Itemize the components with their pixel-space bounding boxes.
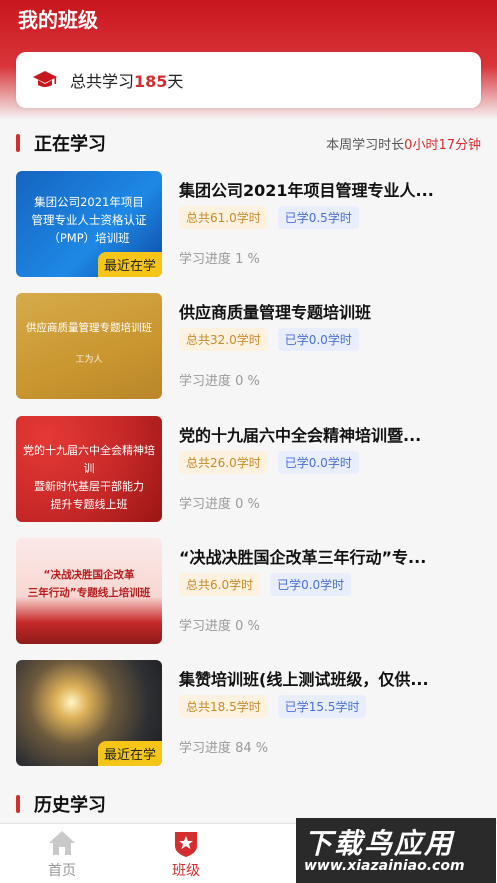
study-summary-card: 总共学习185天: [16, 52, 481, 108]
watermark-url-text: www.xiazainiao.com: [304, 858, 465, 874]
course-card[interactable]: “决战决胜国企改革 三年行动”专题线上培训班 “决战决胜国企改革三年行动”专..…: [16, 538, 481, 646]
course-title: 集团公司2021年项目管理专业人...: [179, 181, 434, 200]
graduation-cap-icon: [33, 71, 57, 87]
course-progress: 学习进度 84 %: [179, 741, 269, 756]
course-card[interactable]: 最近在学 集赞培训班(线上测试班级，仅供... 总共18.5学时 已学15.5学…: [16, 660, 481, 768]
course-title: 集赞培训班(线上测试班级，仅供...: [179, 670, 429, 689]
current-learning-title: 正在学习: [34, 134, 106, 155]
course-progress: 学习进度 0 %: [179, 497, 260, 512]
recent-study-badge: 最近在学: [97, 741, 162, 766]
course-title: 党的十九届六中全会精神培训暨...: [179, 426, 422, 445]
course-progress: 学习进度 1 %: [179, 252, 260, 267]
recent-study-badge: 最近在学: [97, 252, 162, 277]
course-thumbnail: 党的十九届六中全会精神培训 暨新时代基层干部能力 提升专题线上班: [16, 416, 162, 522]
tab-home[interactable]: 首页: [22, 828, 102, 880]
total-hours-tag: 总共18.5学时: [179, 695, 268, 718]
study-summary-text: 总共学习185天: [70, 72, 184, 91]
home-icon: [49, 831, 75, 855]
course-title: 供应商质量管理专题培训班: [179, 303, 372, 322]
course-thumbnail: 供应商质量管理专题培训班 工为人: [16, 293, 162, 399]
completed-hours-tag: 已学0.0学时: [277, 328, 359, 351]
current-learning-header: 正在学习 本周学习时长0小时17分钟: [16, 129, 481, 157]
completed-hours-tag: 已学0.5学时: [277, 206, 359, 229]
site-watermark: 下载鸟应用 www.xiazainiao.com: [296, 818, 496, 883]
course-thumbnail: 最近在学: [16, 660, 162, 766]
weekly-study-time: 本周学习时长0小时17分钟: [326, 137, 481, 153]
section-marker: [16, 134, 20, 152]
completed-hours-tag: 已学15.5学时: [277, 695, 367, 718]
course-progress: 学习进度 0 %: [179, 374, 260, 389]
course-title: “决战决胜国企改革三年行动”专...: [179, 548, 427, 567]
history-learning-title: 历史学习: [34, 795, 106, 816]
total-hours-tag: 总共32.0学时: [179, 328, 268, 351]
watermark-main-text: 下载鸟应用: [304, 827, 455, 860]
tab-home-label: 首页: [48, 863, 76, 879]
tab-class[interactable]: 班级: [146, 828, 226, 880]
course-card[interactable]: 党的十九届六中全会精神培训 暨新时代基层干部能力 提升专题线上班 党的十九届六中…: [16, 416, 481, 524]
history-learning-header: 历史学习: [16, 790, 481, 818]
total-hours-tag: 总共6.0学时: [179, 573, 261, 596]
class-shield-icon: [175, 832, 197, 857]
course-card[interactable]: 供应商质量管理专题培训班 工为人 供应商质量管理专题培训班 总共32.0学时 已…: [16, 293, 481, 401]
total-hours-tag: 总共61.0学时: [179, 206, 268, 229]
course-card[interactable]: 集团公司2021年项目 管理专业人士资格认证 （PMP）培训班 最近在学 集团公…: [16, 171, 481, 279]
course-thumbnail: 集团公司2021年项目 管理专业人士资格认证 （PMP）培训班 最近在学: [16, 171, 162, 277]
course-progress: 学习进度 0 %: [179, 619, 260, 634]
tab-class-label: 班级: [172, 863, 200, 879]
section-marker: [16, 795, 20, 813]
total-hours-tag: 总共26.0学时: [179, 451, 268, 474]
completed-hours-tag: 已学0.0学时: [277, 451, 359, 474]
total-days-value: 185: [134, 72, 168, 91]
completed-hours-tag: 已学0.0学时: [270, 573, 352, 596]
page-title: 我的班级: [18, 8, 98, 32]
course-thumbnail: “决战决胜国企改革 三年行动”专题线上培训班: [16, 538, 162, 644]
